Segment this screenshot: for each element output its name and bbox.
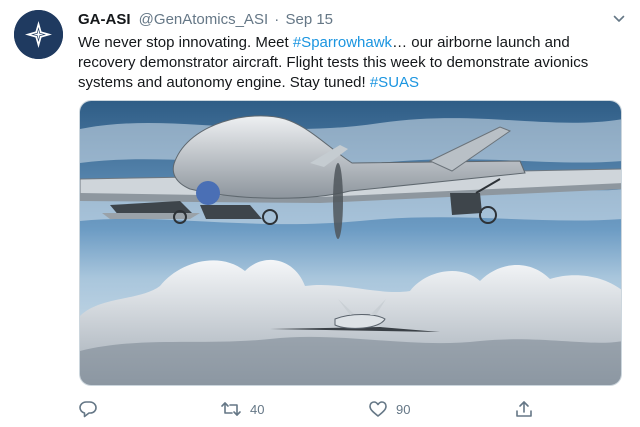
logo-icon <box>14 10 63 59</box>
retweet-button[interactable]: 40 <box>220 398 264 420</box>
like-icon <box>369 401 387 417</box>
reply-icon <box>79 401 97 418</box>
like-button[interactable]: 90 <box>368 398 410 420</box>
share-icon <box>516 401 532 417</box>
retweet-count: 40 <box>250 401 265 417</box>
drone-photo <box>80 101 621 385</box>
share-button[interactable] <box>514 398 534 420</box>
author-name[interactable]: GA-ASI <box>78 11 131 28</box>
avatar[interactable] <box>14 10 63 59</box>
tweet-header: GA-ASI @GenAtomics_ASI · Sep 15 <box>78 10 333 30</box>
tweet-text: We never stop innovating. Meet #Sparrowh… <box>78 33 618 93</box>
like-count: 90 <box>396 401 411 417</box>
tweet-image[interactable] <box>79 100 622 386</box>
hashtag-sparrowhawk-link[interactable]: #Sparrowhawk <box>293 34 392 51</box>
reply-button[interactable] <box>78 398 106 420</box>
tweet-actions: 40 90 <box>78 398 618 420</box>
tweet-text-part: We never stop innovating. Meet <box>78 34 293 51</box>
author-handle[interactable]: @GenAtomics_ASI <box>139 11 268 28</box>
hashtag-suas-link[interactable]: #SUAS <box>370 74 419 91</box>
tweet-date[interactable]: Sep 15 <box>285 11 333 28</box>
retweet-icon <box>221 402 241 416</box>
caret-down-icon[interactable] <box>612 12 626 26</box>
separator-dot: · <box>274 11 280 28</box>
tweet[interactable]: GA-ASI @GenAtomics_ASI · Sep 15 We never… <box>0 0 640 427</box>
